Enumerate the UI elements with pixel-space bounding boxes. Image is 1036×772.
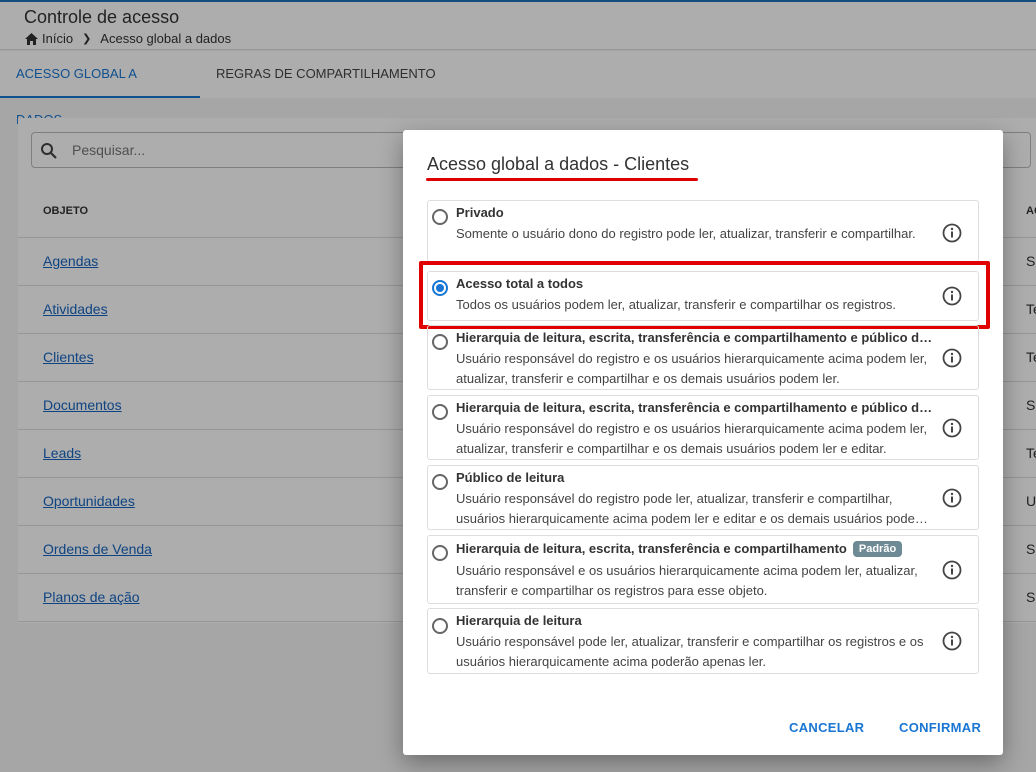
radio-button[interactable] — [432, 474, 448, 490]
option-title: Hierarquia de leitura, escrita, transfer… — [456, 541, 936, 557]
info-icon[interactable] — [942, 560, 962, 580]
option-description: Usuário responsável e os usuários hierar… — [456, 563, 918, 598]
option-hierarchy-read[interactable]: Hierarquia de leitura Usuário responsáve… — [427, 608, 979, 674]
global-access-dialog: Acesso global a dados - Clientes Privado… — [403, 130, 1003, 755]
radio-button[interactable] — [432, 618, 448, 634]
radio-button[interactable] — [432, 545, 448, 561]
radio-button[interactable] — [432, 334, 448, 350]
option-public-read[interactable]: Público de leitura Usuário responsável d… — [427, 465, 979, 530]
option-title: Hierarquia de leitura, escrita, transfer… — [456, 400, 936, 415]
option-private[interactable]: Privado Somente o usuário dono do regist… — [427, 200, 979, 262]
info-icon[interactable] — [942, 223, 962, 243]
radio-button[interactable] — [432, 404, 448, 420]
option-title: Hierarquia de leitura, escrita, transfer… — [456, 330, 936, 345]
option-description: Usuário responsável do registro e os usu… — [456, 351, 928, 386]
info-icon[interactable] — [942, 348, 962, 368]
confirm-button[interactable]: Confirmar — [899, 720, 981, 735]
option-hierarchy-public-write[interactable]: Hierarquia de leitura, escrita, transfer… — [427, 395, 979, 460]
option-hierarchy-public-read[interactable]: Hierarquia de leitura, escrita, transfer… — [427, 325, 979, 390]
title-underline-annotation — [426, 178, 698, 181]
cancel-button[interactable]: Cancelar — [789, 720, 864, 735]
option-title: Hierarquia de leitura — [456, 613, 582, 628]
option-title-text: Hierarquia de leitura, escrita, transfer… — [456, 541, 847, 556]
info-icon[interactable] — [942, 418, 962, 438]
option-description: Usuário responsável do registro e os usu… — [456, 421, 928, 456]
dialog-title: Acesso global a dados - Clientes — [427, 154, 690, 174]
option-title: Público de leitura — [456, 470, 565, 485]
selection-highlight-annotation — [419, 261, 990, 329]
info-icon[interactable] — [942, 631, 962, 651]
option-description: Usuário responsável do registro pode ler… — [456, 491, 926, 526]
option-description: Somente o usuário dono do registro pode … — [456, 226, 916, 241]
option-title: Privado — [456, 205, 504, 220]
option-description: Usuário responsável pode ler, atualizar,… — [456, 634, 924, 669]
info-icon[interactable] — [942, 488, 962, 508]
radio-button[interactable] — [432, 209, 448, 225]
default-badge: Padrão — [852, 541, 903, 557]
option-hierarchy-rwts[interactable]: Hierarquia de leitura, escrita, transfer… — [427, 535, 979, 604]
